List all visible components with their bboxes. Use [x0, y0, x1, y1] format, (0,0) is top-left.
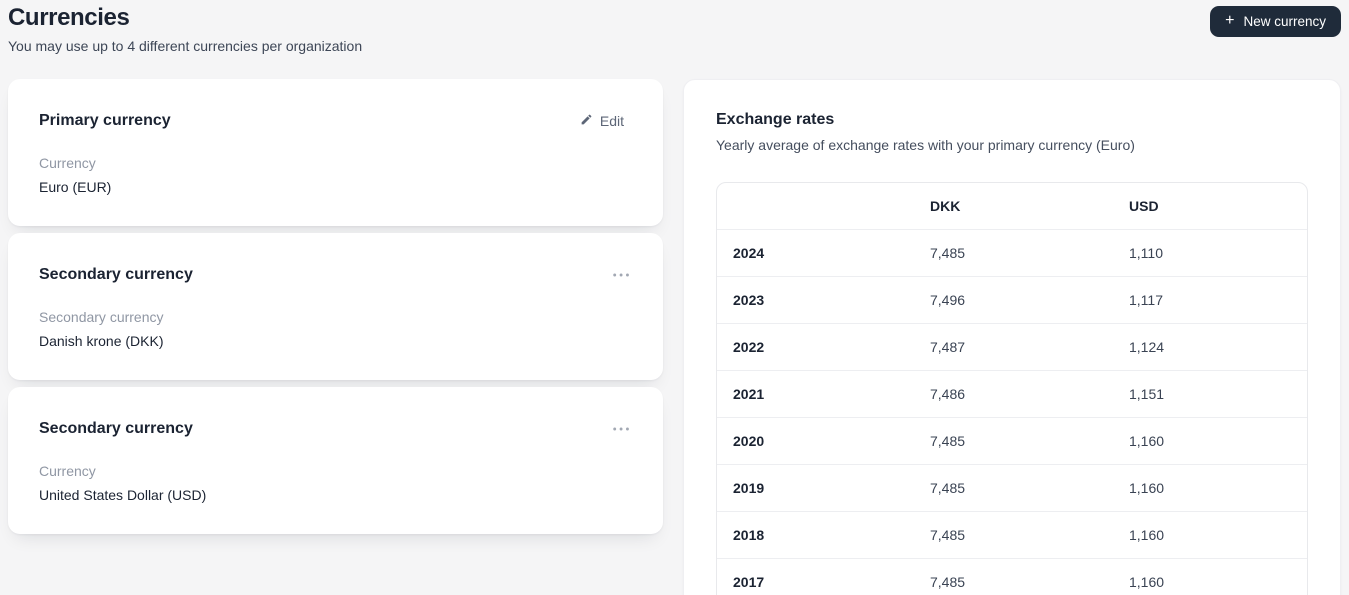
exchange-cell-dkk: 7,485 — [914, 416, 1113, 464]
exchange-cell-dkk: 7,485 — [914, 463, 1113, 511]
exchange-cell-usd: 1,151 — [1113, 369, 1307, 417]
exchange-rate-row: 2017 7,485 1,160 — [717, 557, 1307, 595]
exchange-rate-row: 2018 7,485 1,160 — [717, 510, 1307, 558]
exchange-cell-dkk: 7,485 — [914, 557, 1113, 595]
exchange-cell-year: 2021 — [717, 369, 914, 417]
exchange-cell-usd: 1,124 — [1113, 322, 1307, 370]
currencies-page: Currencies You may use up to 4 different… — [0, 0, 1349, 595]
exchange-rate-row: 2023 7,496 1,117 — [717, 275, 1307, 323]
card-menu-button[interactable] — [611, 423, 632, 435]
exchange-table-header-row: DKK USD — [717, 183, 1307, 229]
exchange-cell-usd: 1,110 — [1113, 228, 1307, 276]
card-header: Secondary currency — [39, 265, 632, 285]
card-header: Primary currency Edit — [39, 111, 632, 131]
content-area: Primary currency Edit Currency Euro (EUR… — [8, 79, 1341, 595]
card-title: Secondary currency — [39, 266, 193, 283]
field-label: Currency — [39, 463, 96, 479]
exchange-cell-usd: 1,160 — [1113, 557, 1307, 595]
ellipsis-icon — [613, 265, 630, 280]
exchange-table-body: 2024 7,485 1,110 2023 7,496 1,117 2022 7,487 1,1… — [717, 228, 1307, 595]
card-title: Secondary currency — [39, 420, 193, 437]
card-title: Primary currency — [39, 112, 171, 129]
exchange-cell-dkk: 7,485 — [914, 228, 1113, 276]
card-header: Secondary currency — [39, 419, 632, 439]
field-value: Euro (EUR) — [39, 179, 112, 195]
exchange-cell-dkk: 7,496 — [914, 275, 1113, 323]
exchange-cell-usd: 1,160 — [1113, 510, 1307, 558]
exchange-cell-year: 2022 — [717, 322, 914, 370]
exchange-cell-usd: 1,160 — [1113, 416, 1307, 464]
exchange-rates-subtitle: Yearly average of exchange rates with yo… — [716, 137, 1135, 153]
secondary-currency-card-2: Secondary currency Currency United State… — [8, 387, 663, 534]
exchange-cell-year: 2024 — [717, 228, 914, 276]
new-currency-label: New currency — [1243, 14, 1326, 29]
year-column-header — [717, 183, 914, 229]
exchange-rate-row: 2021 7,486 1,151 — [717, 369, 1307, 417]
plus-icon: + — [1225, 12, 1235, 29]
exchange-rate-row: 2020 7,485 1,160 — [717, 416, 1307, 464]
exchange-cell-year: 2020 — [717, 416, 914, 464]
currency-field: Currency Euro (EUR) — [39, 155, 632, 196]
exchange-cell-usd: 1,160 — [1113, 463, 1307, 511]
exchange-cell-year: 2018 — [717, 510, 914, 558]
field-label: Secondary currency — [39, 309, 164, 325]
exchange-cell-dkk: 7,486 — [914, 369, 1113, 417]
exchange-rate-row: 2024 7,485 1,110 — [717, 228, 1307, 276]
exchange-rate-row: 2019 7,485 1,160 — [717, 463, 1307, 511]
field-label: Currency — [39, 155, 96, 171]
exchange-rate-row: 2022 7,487 1,124 — [717, 322, 1307, 370]
card-menu-button[interactable] — [611, 269, 632, 281]
pencil-icon — [580, 113, 593, 129]
field-value: Danish krone (DKK) — [39, 333, 164, 349]
exchange-cell-dkk: 7,485 — [914, 510, 1113, 558]
currency-field: Secondary currency Danish krone (DKK) — [39, 309, 632, 350]
ellipsis-icon — [613, 419, 630, 434]
page-title: Currencies — [8, 4, 130, 31]
exchange-cell-usd: 1,117 — [1113, 275, 1307, 323]
secondary-currency-card-1: Secondary currency Secondary currency Da… — [8, 233, 663, 380]
exchange-rates-card: Exchange rates Yearly average of exchang… — [683, 79, 1341, 595]
field-value: United States Dollar (USD) — [39, 487, 207, 503]
exchange-cell-year: 2023 — [717, 275, 914, 323]
exchange-cell-year: 2017 — [717, 557, 914, 595]
usd-column-header: USD — [1129, 197, 1159, 214]
exchange-rates-table: DKK USD 2024 7,485 1,110 2023 7,496 1,117 2022… — [716, 182, 1308, 595]
new-currency-button[interactable]: + New currency — [1210, 6, 1341, 37]
exchange-rates-title: Exchange rates — [716, 111, 835, 128]
page-header: Currencies You may use up to 4 different… — [8, 4, 1341, 55]
currency-cards-column: Primary currency Edit Currency Euro (EUR… — [8, 79, 663, 534]
page-subtitle: You may use up to 4 different currencies… — [8, 38, 363, 54]
exchange-cell-dkk: 7,487 — [914, 322, 1113, 370]
dkk-column-header: DKK — [930, 197, 961, 214]
page-header-text: Currencies You may use up to 4 different… — [8, 4, 362, 55]
edit-button-label: Edit — [599, 113, 624, 129]
exchange-cell-year: 2019 — [717, 463, 914, 511]
edit-button[interactable]: Edit — [572, 111, 632, 131]
primary-currency-card: Primary currency Edit Currency Euro (EUR… — [8, 79, 663, 226]
currency-field: Currency United States Dollar (USD) — [39, 463, 632, 504]
